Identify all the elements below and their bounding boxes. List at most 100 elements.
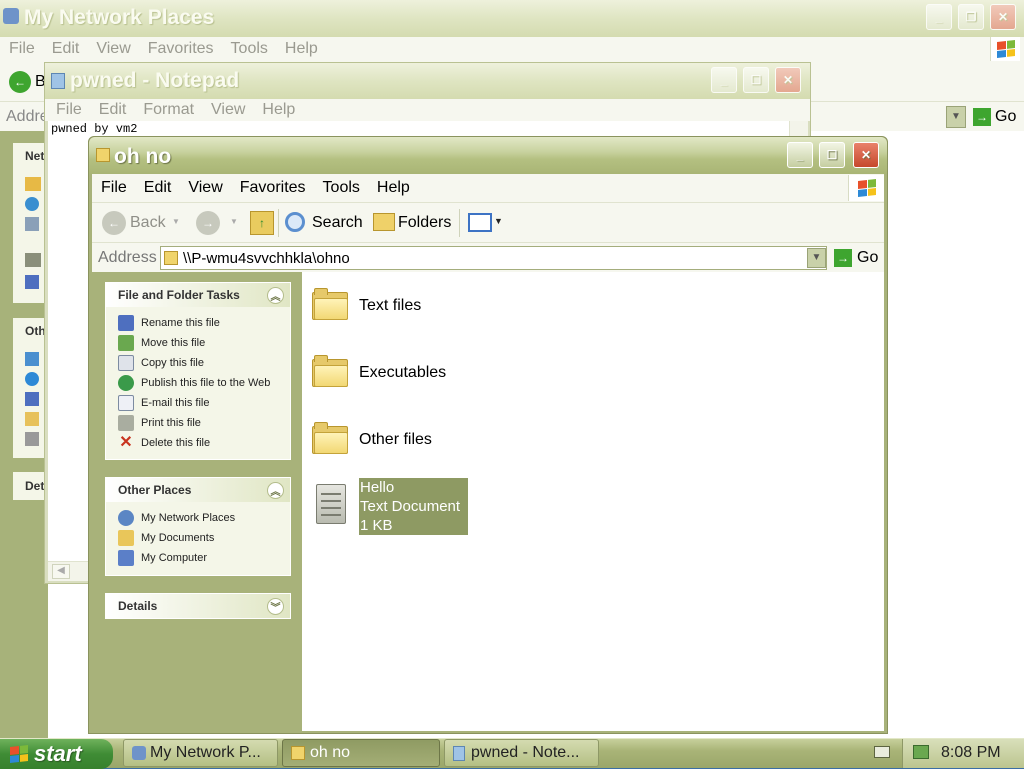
explorer-menubar: File Edit View Favorites Tools Help: [92, 174, 884, 202]
menu-file[interactable]: File: [101, 179, 127, 197]
task-label: Delete this file: [141, 437, 211, 449]
minimize-button[interactable]: _: [926, 4, 952, 30]
file-list-area[interactable]: Text files Executables Other files Hello…: [302, 272, 884, 731]
address-dropdown-button[interactable]: ▼: [807, 248, 826, 268]
views-icon[interactable]: [468, 213, 492, 232]
close-button[interactable]: ✕: [853, 142, 879, 168]
go-arrow-icon[interactable]: →: [973, 108, 991, 126]
task-delete[interactable]: ✕ Delete this file: [118, 433, 290, 453]
menu-file[interactable]: File: [9, 40, 35, 58]
folders-button[interactable]: Folders: [398, 214, 451, 232]
scroll-left-button[interactable]: ◀: [52, 564, 70, 579]
go-arrow-icon[interactable]: →: [834, 249, 852, 267]
clock[interactable]: 8:08 PM: [941, 744, 1001, 762]
search-icon[interactable]: [285, 212, 305, 232]
back-arrow-icon[interactable]: ←: [9, 71, 31, 93]
minimize-button[interactable]: _: [787, 142, 813, 168]
side-head: Net: [25, 149, 45, 163]
task-print[interactable]: Print this file: [118, 413, 290, 433]
rename-icon: [118, 315, 134, 331]
explorer-titlebar[interactable]: oh no _ ☐ ✕: [89, 137, 887, 174]
menu-edit[interactable]: Edit: [52, 40, 80, 58]
network-icon: [25, 217, 39, 231]
maximize-button[interactable]: ☐: [743, 67, 769, 93]
task-label: Print this file: [141, 417, 201, 429]
task-move[interactable]: Move this file: [118, 333, 290, 353]
delete-x-icon: ✕: [119, 434, 133, 451]
menu-view[interactable]: View: [188, 179, 222, 197]
task-rename[interactable]: Rename this file: [118, 313, 290, 333]
task-copy[interactable]: Copy this file: [118, 353, 290, 373]
address-input[interactable]: \\P-wmu4svvchhkla\ohno ▼: [160, 246, 827, 270]
menu-help[interactable]: Help: [285, 40, 318, 58]
place-my-documents[interactable]: My Documents: [118, 528, 290, 548]
menu-view[interactable]: View: [96, 40, 130, 58]
folder-label: Text files: [359, 297, 422, 314]
notepad-titlebar[interactable]: pwned - Notepad _ ☐ ✕: [45, 63, 810, 99]
task-email[interactable]: E-mail this file: [118, 393, 290, 413]
explorer-toolbar: ← Back ▼ → ▼ ↑ Search Folders ▼: [92, 202, 884, 242]
forward-arrow-icon[interactable]: →: [196, 211, 220, 235]
menu-view[interactable]: View: [211, 101, 245, 119]
expand-chevron-icon[interactable]: ︾: [267, 597, 284, 615]
back-dropdown-icon[interactable]: ▼: [172, 217, 180, 226]
place-label: My Network Places: [141, 512, 236, 524]
address-dropdown-button[interactable]: ▼: [946, 106, 966, 128]
folders-icon[interactable]: [373, 213, 395, 231]
menu-file[interactable]: File: [56, 101, 82, 119]
menu-favorites[interactable]: Favorites: [148, 40, 214, 58]
place-my-network-places[interactable]: My Network Places: [118, 508, 290, 528]
menu-help[interactable]: Help: [377, 179, 410, 197]
menu-tools[interactable]: Tools: [231, 40, 268, 58]
task-label: Publish this file to the Web: [141, 377, 271, 389]
views-dropdown-icon[interactable]: ▼: [494, 216, 503, 226]
place-label: My Documents: [141, 532, 215, 544]
panel-header[interactable]: Other Places ︽: [106, 478, 290, 502]
side-panel-1: Net: [13, 143, 48, 303]
panel-header[interactable]: File and Folder Tasks ︽: [106, 283, 290, 307]
close-button[interactable]: ✕: [775, 67, 801, 93]
taskbar-button-network-places[interactable]: My Network P...: [123, 739, 278, 767]
network-places-icon: [132, 746, 146, 760]
task-publish[interactable]: Publish this file to the Web: [118, 373, 290, 393]
panel-body: My Network Places My Documents My Comput…: [106, 502, 290, 575]
globe-icon: [25, 197, 39, 211]
start-button[interactable]: start: [0, 739, 113, 769]
network-tray-icon[interactable]: [913, 745, 929, 759]
forward-dropdown-icon[interactable]: ▼: [230, 217, 238, 226]
close-button[interactable]: ✕: [990, 4, 1016, 30]
place-my-computer[interactable]: My Computer: [118, 548, 290, 568]
menu-favorites[interactable]: Favorites: [240, 179, 306, 197]
panel-header[interactable]: Details ︾: [106, 594, 290, 618]
side-head: Det: [25, 479, 45, 493]
notepad-icon: [453, 745, 465, 761]
menu-edit[interactable]: Edit: [144, 179, 172, 197]
printer-icon: [25, 253, 41, 267]
taskbar-button-notepad[interactable]: pwned - Note...: [444, 739, 599, 767]
folder-icon: [312, 422, 348, 454]
search-button[interactable]: Search: [312, 214, 363, 232]
window-title: My Network Places: [24, 6, 215, 29]
network-places-titlebar[interactable]: My Network Places _ ❐ ✕: [0, 0, 1024, 37]
menu-help[interactable]: Help: [262, 101, 295, 119]
maximize-button[interactable]: ☐: [819, 142, 845, 168]
keyboard-icon[interactable]: [874, 746, 890, 758]
selected-file-highlight: Hello Text Document 1 KB: [359, 478, 468, 535]
menu-format[interactable]: Format: [143, 101, 194, 119]
collapse-chevron-icon[interactable]: ︽: [267, 286, 284, 304]
go-button[interactable]: Go: [995, 108, 1016, 126]
go-button[interactable]: Go: [857, 249, 878, 267]
menu-tools[interactable]: Tools: [323, 179, 360, 197]
back-arrow-icon[interactable]: ←: [102, 211, 126, 235]
menu-edit[interactable]: Edit: [99, 101, 127, 119]
taskbar-button-oh-no[interactable]: oh no: [282, 739, 440, 767]
back-button[interactable]: Back: [130, 214, 166, 232]
up-folder-icon[interactable]: ↑: [250, 211, 274, 235]
collapse-chevron-icon[interactable]: ︽: [267, 481, 284, 499]
restore-button[interactable]: ❐: [958, 4, 984, 30]
notepad-content: pwned by vm2: [51, 122, 138, 136]
network-places-icon: [118, 510, 134, 526]
minimize-button[interactable]: _: [711, 67, 737, 93]
explorer-window[interactable]: oh no _ ☐ ✕ File Edit View Favorites Too…: [88, 136, 888, 734]
side-head: Oth: [25, 324, 46, 338]
